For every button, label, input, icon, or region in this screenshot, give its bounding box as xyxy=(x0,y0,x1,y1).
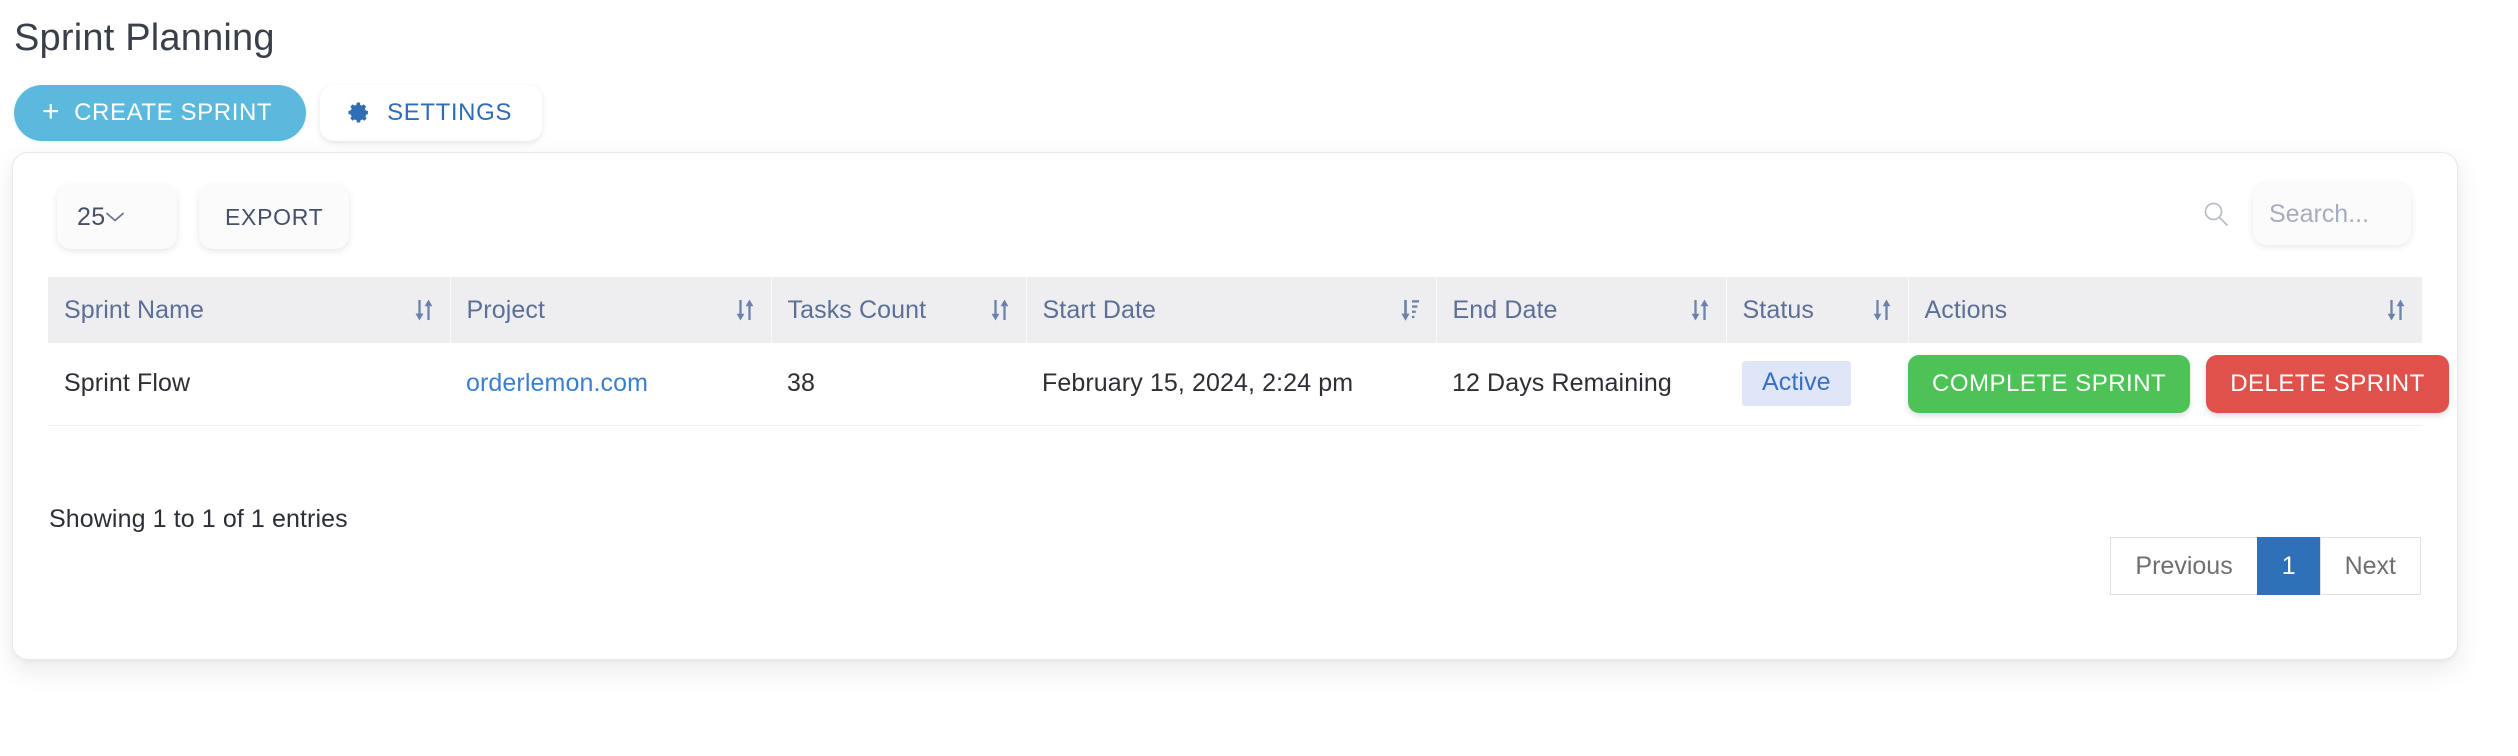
column-header-end-date[interactable]: End Date xyxy=(1436,277,1727,343)
search-icon[interactable] xyxy=(2201,199,2231,229)
table-row: Sprint Flow orderlemon.com 38 February 1… xyxy=(48,343,2449,426)
status-badge: Active xyxy=(1742,361,1851,407)
pagination-next[interactable]: Next xyxy=(2319,537,2421,595)
pagination: Previous 1 Next xyxy=(2110,537,2421,595)
column-header-project[interactable]: Project xyxy=(450,277,772,343)
pagination-page-1[interactable]: 1 xyxy=(2256,537,2321,595)
export-button[interactable]: EXPORT xyxy=(199,185,350,249)
chevron-down-icon xyxy=(105,211,125,223)
create-sprint-button[interactable]: + CREATE SPRINT xyxy=(14,85,307,141)
column-header-status[interactable]: Status xyxy=(1726,277,1909,343)
gear-icon xyxy=(346,101,371,125)
cell-project: orderlemon.com xyxy=(450,343,771,426)
search-area xyxy=(2201,183,2411,245)
sort-both-icon xyxy=(2376,297,2406,323)
sort-both-icon xyxy=(1680,297,1710,323)
sprints-card: 25 EXPORT Search... Sprint Name Project … xyxy=(12,152,2458,660)
column-header-tasks-count[interactable]: Tasks Count xyxy=(771,277,1027,343)
project-link[interactable]: orderlemon.com xyxy=(466,369,648,397)
cell-tasks-count: 38 xyxy=(771,343,1026,426)
create-sprint-label: CREATE SPRINT xyxy=(74,99,273,126)
column-header-start-date[interactable]: Start Date xyxy=(1026,277,1437,343)
sprint-planning-page: Sprint Planning + CREATE SPRINT SETTINGS… xyxy=(0,0,2518,756)
page-toolbar: + CREATE SPRINT SETTINGS xyxy=(14,85,542,141)
sort-both-icon xyxy=(404,297,434,323)
column-label: Status xyxy=(1742,295,1814,324)
search-input[interactable] xyxy=(2253,183,2411,245)
table-header-row: Sprint Name Project Tasks Count Start Da… xyxy=(48,277,2422,343)
column-header-actions[interactable]: Actions xyxy=(1908,277,2422,343)
sort-desc-active-icon xyxy=(1390,297,1420,323)
cell-start-date: February 15, 2024, 2:24 pm xyxy=(1026,343,1436,426)
table-body: Sprint Flow orderlemon.com 38 February 1… xyxy=(48,343,2449,426)
column-label: Actions xyxy=(1924,295,2008,324)
column-label: Sprint Name xyxy=(64,295,205,324)
settings-button[interactable]: SETTINGS xyxy=(320,85,542,141)
column-label: End Date xyxy=(1452,295,1558,324)
page-length-value: 25 xyxy=(77,202,106,231)
sort-both-icon xyxy=(980,297,1010,323)
export-label: EXPORT xyxy=(225,203,324,230)
sort-both-icon xyxy=(725,297,755,323)
settings-label: SETTINGS xyxy=(387,99,512,126)
cell-status: Active xyxy=(1726,343,1908,426)
table-controls: 25 EXPORT xyxy=(13,179,2457,255)
delete-sprint-button[interactable]: DELETE SPRINT xyxy=(2206,354,2449,413)
sprints-table: Sprint Name Project Tasks Count Start Da… xyxy=(48,277,2449,426)
column-label: Tasks Count xyxy=(787,295,927,324)
table-header: Sprint Name Project Tasks Count Start Da… xyxy=(48,277,2422,343)
table-info: Showing 1 to 1 of 1 entries xyxy=(49,505,348,533)
page-title: Sprint Planning xyxy=(14,17,275,59)
page-length-select[interactable]: 25 xyxy=(57,185,177,249)
sort-both-icon xyxy=(1862,297,1892,323)
complete-sprint-button[interactable]: COMPLETE SPRINT xyxy=(1908,354,2191,413)
cell-end-date: 12 Days Remaining xyxy=(1436,343,1726,426)
cell-actions: COMPLETE SPRINT DELETE SPRINT xyxy=(1908,343,2449,426)
column-label: Project xyxy=(466,295,546,324)
plus-icon: + xyxy=(42,95,61,128)
pagination-previous[interactable]: Previous xyxy=(2110,537,2258,595)
column-label: Start Date xyxy=(1042,295,1157,324)
column-header-sprint-name[interactable]: Sprint Name xyxy=(48,277,451,343)
cell-sprint-name: Sprint Flow xyxy=(48,343,450,426)
